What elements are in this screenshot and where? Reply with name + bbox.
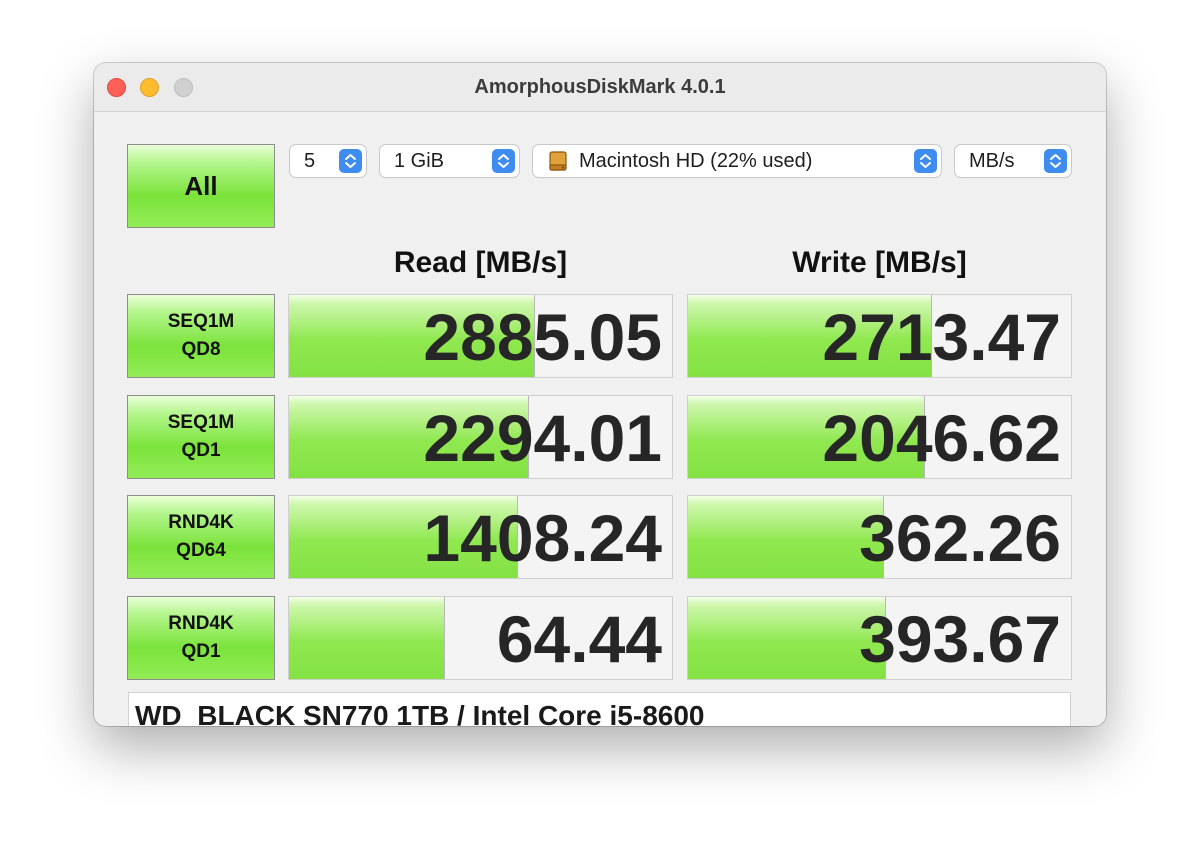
hard-drive-icon xyxy=(547,150,569,172)
read-column-header: Read [MB/s] xyxy=(393,246,568,279)
result-value: 393.67 xyxy=(859,602,1061,676)
run-all-label: All xyxy=(184,170,218,201)
result-bar xyxy=(688,496,885,578)
target-disk-select[interactable]: Macintosh HD (22% used) xyxy=(533,145,941,177)
test-button-rnd4k-qd64[interactable]: RND4K QD64 xyxy=(127,495,275,579)
result-value: 362.26 xyxy=(859,501,1061,575)
target-disk-value: Macintosh HD (22% used) xyxy=(579,150,813,172)
test-count-value: 5 xyxy=(304,150,316,172)
write-result-seq1m-qd1: 2046.62 xyxy=(687,395,1072,479)
result-bar xyxy=(688,597,887,679)
title-bar[interactable]: AmorphousDiskMark 4.0.1 xyxy=(94,63,1106,112)
result-value: 1408.24 xyxy=(423,501,662,575)
test-button-seq1m-qd8[interactable]: SEQ1M QD8 xyxy=(127,294,275,378)
read-result-seq1m-qd8: 2885.05 xyxy=(288,294,673,378)
test-label: SEQ1M QD1 xyxy=(167,412,235,461)
result-value: 2046.62 xyxy=(822,401,1061,475)
comment-field[interactable]: WD_BLACK SN770 1TB / Intel Core i5-8600 xyxy=(128,692,1071,726)
test-label: RND4K QD1 xyxy=(168,613,234,662)
read-result-rnd4k-qd64: 1408.24 xyxy=(288,495,673,579)
up-down-chevron-icon xyxy=(1044,149,1067,173)
result-value: 2885.05 xyxy=(423,300,662,374)
up-down-chevron-icon xyxy=(492,149,515,173)
app-window: AmorphousDiskMark 4.0.1 All 5 1 GiB Maci… xyxy=(94,63,1106,726)
result-value: 2294.01 xyxy=(423,401,662,475)
window-title: AmorphousDiskMark 4.0.1 xyxy=(474,76,726,98)
up-down-chevron-icon xyxy=(914,149,937,173)
test-count-select[interactable]: 5 xyxy=(290,145,366,177)
write-result-rnd4k-qd64: 362.26 xyxy=(687,495,1072,579)
test-label: SEQ1M QD8 xyxy=(167,311,235,360)
unit-select[interactable]: MB/s xyxy=(955,145,1071,177)
test-label: RND4K QD64 xyxy=(168,512,234,561)
result-bar xyxy=(289,597,446,679)
result-value: 64.44 xyxy=(496,602,662,676)
test-button-rnd4k-qd1[interactable]: RND4K QD1 xyxy=(127,596,275,680)
test-size-select[interactable]: 1 GiB xyxy=(380,145,519,177)
read-result-rnd4k-qd1: 64.44 xyxy=(288,596,673,680)
up-down-chevron-icon xyxy=(339,149,362,173)
unit-value: MB/s xyxy=(969,150,1015,172)
write-column-header: Write [MB/s] xyxy=(792,246,967,279)
test-size-value: 1 GiB xyxy=(394,150,445,172)
read-result-seq1m-qd1: 2294.01 xyxy=(288,395,673,479)
write-result-seq1m-qd8: 2713.47 xyxy=(687,294,1072,378)
write-result-rnd4k-qd1: 393.67 xyxy=(687,596,1072,680)
test-button-seq1m-qd1[interactable]: SEQ1M QD1 xyxy=(127,395,275,479)
main-content: All 5 1 GiB Macintosh HD (22% used) MB/s… xyxy=(94,112,1106,726)
result-value: 2713.47 xyxy=(822,300,1061,374)
run-all-button[interactable]: All xyxy=(127,144,275,228)
